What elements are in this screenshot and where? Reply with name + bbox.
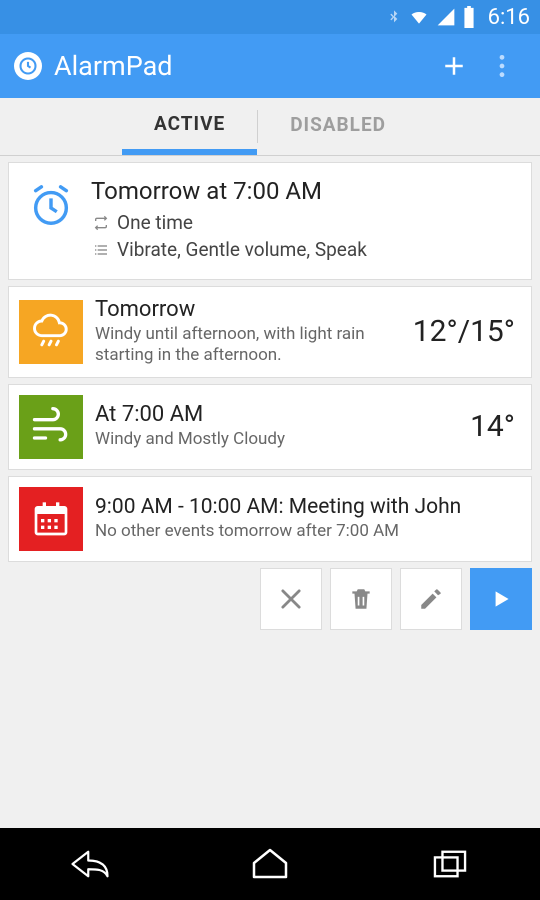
alarm-repeat-label: One time — [117, 211, 193, 234]
calendar-event-title: 9:00 AM - 10:00 AM: Meeting with John — [95, 495, 509, 519]
edit-button[interactable] — [400, 568, 462, 630]
alarm-actions-row — [8, 568, 532, 630]
content-area: Tomorrow at 7:00 AM One time Vibrate, Ge… — [0, 156, 540, 828]
recents-button[interactable] — [405, 840, 495, 888]
alarm-clock-icon — [21, 177, 81, 229]
wind-icon — [19, 395, 83, 459]
weather-time-description: Windy and Mostly Cloudy — [95, 429, 458, 450]
android-nav-bar — [0, 828, 540, 900]
battery-icon — [462, 6, 476, 28]
weather-day-title: Tomorrow — [95, 297, 401, 322]
weather-time-title: At 7:00 AM — [95, 402, 458, 427]
tab-disabled[interactable]: DISABLED — [258, 98, 418, 155]
wifi-icon — [408, 7, 430, 27]
app-bar: AlarmPad — [0, 34, 540, 98]
weather-time-temp: 14° — [470, 409, 521, 444]
home-button[interactable] — [225, 840, 315, 888]
weather-day-temp: 12°/15° — [413, 314, 521, 349]
add-alarm-button[interactable] — [430, 42, 478, 90]
list-icon — [91, 242, 117, 258]
bluetooth-icon — [386, 7, 402, 27]
signal-icon — [436, 7, 456, 27]
status-time: 6:16 — [488, 5, 530, 30]
rain-cloud-icon — [19, 300, 83, 364]
weather-day-description: Windy until afternoon, with light rain s… — [95, 324, 401, 367]
weather-day-card[interactable]: Tomorrow Windy until afternoon, with lig… — [8, 286, 532, 378]
tab-active[interactable]: ACTIVE — [122, 98, 257, 155]
alarm-card[interactable]: Tomorrow at 7:00 AM One time Vibrate, Ge… — [8, 162, 532, 280]
alarm-time-label: Tomorrow at 7:00 AM — [91, 177, 519, 205]
repeat-icon — [91, 215, 117, 231]
back-button[interactable] — [45, 840, 135, 888]
status-bar: 6:16 — [0, 0, 540, 34]
calendar-icon — [19, 487, 83, 551]
tabs: ACTIVE DISABLED — [0, 98, 540, 156]
overflow-menu-button[interactable] — [478, 42, 526, 90]
calendar-event-card[interactable]: 9:00 AM - 10:00 AM: Meeting with John No… — [8, 476, 532, 562]
app-title: AlarmPad — [54, 50, 430, 82]
alarm-options-label: Vibrate, Gentle volume, Speak — [117, 238, 367, 261]
dismiss-button[interactable] — [260, 568, 322, 630]
play-button[interactable] — [470, 568, 532, 630]
weather-time-card[interactable]: At 7:00 AM Windy and Mostly Cloudy 14° — [8, 384, 532, 470]
calendar-event-sub: No other events tomorrow after 7:00 AM — [95, 521, 509, 542]
delete-button[interactable] — [330, 568, 392, 630]
app-logo-clock-icon — [14, 52, 42, 80]
